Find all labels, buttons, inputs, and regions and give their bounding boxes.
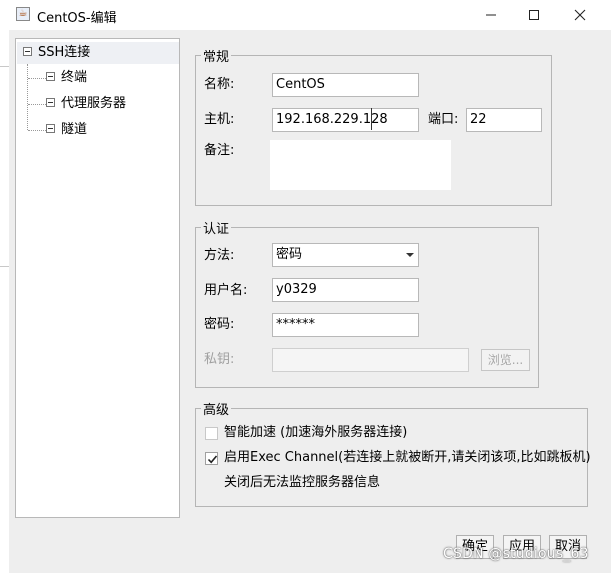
- minimize-icon: [486, 14, 496, 16]
- tree-item-proxy[interactable]: 代理服务器: [46, 94, 126, 114]
- collapse-icon: [23, 47, 32, 56]
- exec-channel-checkbox[interactable]: [205, 452, 218, 465]
- minimize-button[interactable]: [468, 0, 514, 30]
- tree-item-terminal[interactable]: 终端: [46, 68, 87, 88]
- tree-item-label: 代理服务器: [61, 96, 127, 111]
- method-label: 方法:: [204, 248, 235, 263]
- username-label: 用户名:: [204, 283, 248, 298]
- window-title: CentOS-编辑: [37, 11, 117, 26]
- tree-item-label: 隧道: [61, 122, 88, 137]
- name-input[interactable]: CentOS: [272, 73, 419, 97]
- tree-guide-line: [27, 64, 28, 130]
- auth-legend: 认证: [203, 222, 230, 237]
- password-label: 密码:: [204, 317, 235, 332]
- name-label: 名称:: [204, 77, 235, 92]
- port-label: 端口:: [428, 112, 459, 127]
- close-window-button[interactable]: [557, 0, 603, 30]
- collapse-icon: [46, 72, 55, 81]
- collapse-icon: [46, 124, 55, 133]
- maximize-button[interactable]: [511, 0, 557, 30]
- private-key-label: 私钥:: [204, 352, 235, 367]
- private-key-input[interactable]: [272, 348, 469, 372]
- tree-guide-branch: [28, 104, 46, 105]
- smart-accel-label: 智能加速 (加速海外服务器连接): [224, 425, 408, 440]
- checkmark-icon: [207, 455, 218, 464]
- settings-tree[interactable]: SSH连接 终端 代理服务器 隧道: [15, 38, 180, 518]
- method-selected-value: 密码: [276, 247, 303, 262]
- maximize-icon: [529, 10, 539, 20]
- smart-accel-checkbox[interactable]: [205, 427, 218, 440]
- collapse-icon: [46, 98, 55, 107]
- watermark: CSDN @studious_63: [443, 546, 589, 562]
- tree-guide-branch: [28, 78, 46, 79]
- close-icon: [574, 9, 586, 21]
- password-input[interactable]: ******: [272, 313, 419, 337]
- tree-item-ssh[interactable]: SSH连接: [23, 43, 90, 63]
- dropdown-arrow-icon: [406, 253, 414, 257]
- advanced-legend: 高级: [203, 403, 230, 418]
- tree-item-label: SSH连接: [38, 45, 91, 60]
- app-icon: ☕: [16, 7, 30, 21]
- host-input[interactable]: 192.168.229.128: [272, 108, 419, 132]
- host-label: 主机:: [204, 112, 235, 127]
- tree-item-tunnel[interactable]: 隧道: [46, 120, 87, 140]
- note-textarea[interactable]: [270, 140, 451, 190]
- username-input[interactable]: y0329: [272, 278, 419, 302]
- browse-button[interactable]: 浏览...: [481, 349, 530, 371]
- title-bar[interactable]: ☕ CentOS-编辑: [0, 0, 611, 30]
- port-input[interactable]: 22: [466, 108, 542, 132]
- tree-item-label: 终端: [61, 70, 88, 85]
- note-label: 备注:: [204, 143, 235, 158]
- background-window-edge: [0, 30, 9, 573]
- general-legend: 常规: [203, 50, 230, 65]
- method-select[interactable]: 密码: [272, 243, 419, 267]
- text-cursor: [371, 108, 372, 130]
- tree-guide-branch: [28, 130, 46, 131]
- exec-channel-label: 启用Exec Channel(若连接上就被断开,请关闭该项,比如跳板机): [224, 450, 591, 465]
- exec-channel-note: 关闭后无法监控服务器信息: [224, 475, 381, 490]
